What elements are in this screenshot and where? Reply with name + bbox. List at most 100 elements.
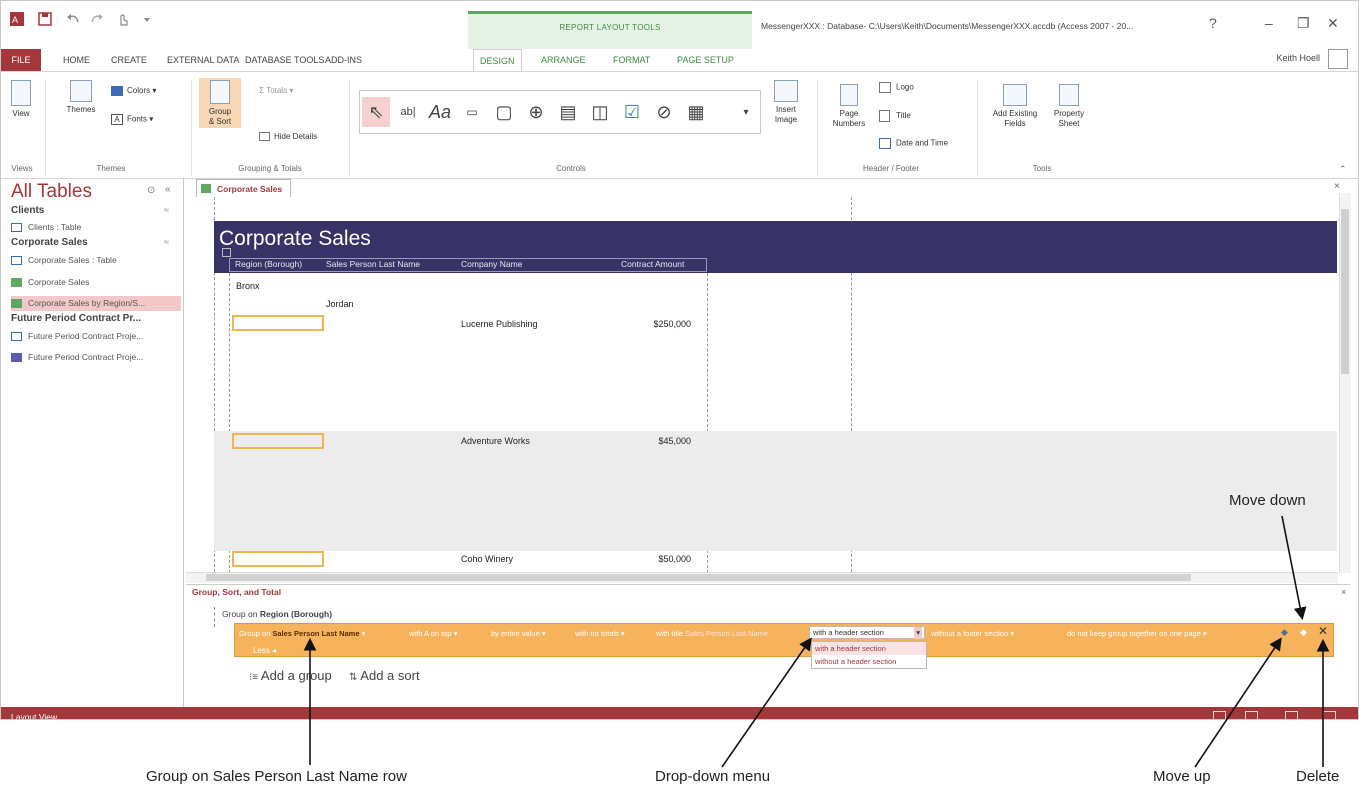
label-icon[interactable]: Aa — [426, 97, 454, 127]
restore-icon[interactable]: ❐ — [1297, 15, 1310, 32]
tab-format[interactable]: FORMAT — [607, 49, 656, 71]
company-cell[interactable]: Lucerne Publishing — [461, 319, 538, 329]
footer-section-dropdown[interactable]: without a footer section ▾ — [931, 629, 1014, 638]
totals-dropdown[interactable]: with no totals ▾ — [575, 629, 625, 638]
dropdown-option[interactable]: with a header section — [812, 642, 926, 655]
button-icon[interactable]: ▭ — [458, 97, 486, 127]
delete-icon[interactable]: ✕ — [1318, 624, 1328, 638]
col-header-company[interactable]: Company Name — [461, 259, 522, 269]
tab-design[interactable]: DESIGN — [473, 49, 522, 71]
nav-item-corporate-sales-report[interactable]: Corporate Sales — [11, 275, 181, 290]
fonts-button[interactable]: A Fonts ▾ — [111, 114, 153, 125]
report-view-icon[interactable] — [1213, 711, 1226, 719]
themes-button[interactable]: Themes — [57, 80, 105, 115]
add-existing-fields-button[interactable]: Add Existing Fields — [987, 84, 1043, 128]
more-controls-icon[interactable]: ▾ — [732, 97, 760, 127]
report-title[interactable]: Corporate Sales — [219, 227, 371, 251]
collapse-group-icon[interactable]: ≈ — [164, 205, 169, 215]
move-down-icon[interactable]: ◆ — [1300, 627, 1307, 638]
close-doc-icon[interactable]: × — [1334, 181, 1340, 192]
tab-create[interactable]: CREATE — [105, 49, 153, 71]
header-section-select[interactable]: with a header section ▾ — [809, 626, 925, 639]
close-icon[interactable]: ✕ — [1327, 15, 1339, 32]
insert-image-button[interactable]: Insert Image — [763, 80, 809, 124]
attachment-icon[interactable]: ⊘ — [650, 97, 678, 127]
nav-search-icon[interactable]: ⊙ — [147, 185, 155, 196]
col-header-amount[interactable]: Contract Amount — [621, 259, 684, 269]
date-time-button[interactable]: Date and Time — [879, 138, 948, 149]
vertical-scroll-thumb[interactable] — [1341, 209, 1349, 374]
help-button[interactable]: ? — [1209, 15, 1217, 31]
collapse-ribbon-icon[interactable]: ⌃ — [1339, 164, 1347, 175]
company-cell[interactable]: Coho Winery — [461, 554, 513, 564]
tab-home[interactable]: HOME — [57, 49, 96, 71]
tab-database-tools[interactable]: DATABASE TOOLS — [239, 49, 330, 71]
add-group-button[interactable]: ⁝≡ Add a group — [249, 668, 332, 683]
nav-group-future-period[interactable]: Future Period Contract Pr... — [11, 313, 141, 324]
move-up-icon[interactable]: ◆ — [1281, 627, 1288, 638]
tab-external-data[interactable]: EXTERNAL DATA — [161, 49, 245, 71]
title-button[interactable]: Title — [879, 110, 911, 122]
colors-button[interactable]: Colors ▾ — [111, 86, 156, 96]
tab-page-setup[interactable]: PAGE SETUP — [671, 49, 740, 71]
collapse-nav-icon[interactable]: « — [165, 184, 171, 195]
page-numbers-button[interactable]: Page Numbers — [827, 84, 871, 128]
hyperlink-icon[interactable]: ⊕ — [522, 97, 550, 127]
option-group-icon[interactable]: ◫ — [586, 97, 614, 127]
user-name[interactable]: Keith Hoell — [1276, 53, 1320, 63]
empty-field-placeholder[interactable] — [232, 551, 324, 567]
dropdown-option[interactable]: without a header section — [812, 655, 926, 668]
empty-field-placeholder[interactable] — [232, 315, 324, 331]
nav-group-corporate-sales[interactable]: Corporate Sales — [11, 237, 88, 248]
doc-tab-corporate-sales[interactable]: Corporate Sales — [196, 179, 292, 197]
nav-group-clients[interactable]: Clients — [11, 205, 44, 216]
totals-button[interactable]: Σ Totals ▾ — [259, 86, 293, 96]
layout-view-icon[interactable] — [1285, 711, 1298, 719]
chart-icon[interactable]: ▦ — [682, 97, 710, 127]
less-button[interactable]: Less ◂ — [253, 646, 276, 655]
checkbox-icon[interactable]: ☑ — [618, 97, 646, 127]
hide-details-button[interactable]: Hide Details — [259, 132, 317, 142]
sort-order-dropdown[interactable]: with A on top ▾ — [409, 629, 457, 638]
logo-button[interactable]: Logo — [879, 82, 914, 93]
collapse-group-icon[interactable]: ≈ — [164, 237, 169, 247]
group-interval-dropdown[interactable]: by entire value ▾ — [491, 629, 546, 638]
tab-control-icon[interactable]: ▢ — [490, 97, 518, 127]
title-dropdown[interactable]: with title Sales Person Last Name — [656, 629, 768, 638]
undo-icon[interactable] — [65, 11, 81, 27]
col-header-region[interactable]: Region (Borough) — [235, 259, 302, 269]
customize-qat-icon[interactable] — [139, 11, 155, 27]
redo-icon[interactable] — [89, 11, 105, 27]
save-icon[interactable] — [37, 11, 53, 27]
group-and-sort-button[interactable]: Group & Sort — [199, 78, 241, 129]
touch-mode-icon[interactable] — [115, 11, 131, 27]
minimize-icon[interactable]: – — [1265, 15, 1273, 31]
col-header-salesperson[interactable]: Sales Person Last Name — [326, 259, 420, 269]
nav-item-corporate-sales-table[interactable]: Corporate Sales : Table — [11, 253, 181, 268]
horizontal-scroll-thumb[interactable] — [206, 574, 1191, 581]
print-preview-icon[interactable] — [1245, 711, 1258, 719]
navigation-control-icon[interactable]: ▤ — [554, 97, 582, 127]
nav-item-future-period-form[interactable]: Future Period Contract Proje... — [11, 350, 181, 365]
design-view-icon[interactable] — [1323, 711, 1336, 719]
avatar[interactable] — [1328, 49, 1348, 69]
amount-cell[interactable]: $250,000 — [631, 319, 691, 329]
close-gst-icon[interactable]: × — [1341, 587, 1346, 597]
nav-title[interactable]: All Tables — [11, 181, 92, 203]
tab-file[interactable]: FILE — [1, 49, 41, 71]
nav-item-future-period-table[interactable]: Future Period Contract Proje... — [11, 329, 181, 344]
group-on-region-row[interactable]: Group on Region (Borough) — [222, 609, 332, 619]
select-arrow-icon[interactable]: ⇖ — [362, 97, 390, 127]
salesperson-value[interactable]: Jordan — [326, 299, 354, 309]
company-cell[interactable]: Adventure Works — [461, 436, 530, 446]
region-value[interactable]: Bronx — [236, 281, 260, 291]
nav-item-clients-table[interactable]: Clients : Table — [11, 220, 181, 235]
keep-together-dropdown[interactable]: do not keep group together on one page ▾ — [1067, 629, 1207, 638]
textbox-icon[interactable]: ab| — [394, 97, 422, 127]
nav-item-corporate-sales-by-region[interactable]: Corporate Sales by Region/S... — [11, 296, 181, 311]
view-button[interactable]: View — [7, 80, 35, 119]
group-on-salesperson-text[interactable]: Group on Sales Person Last Name ▾ — [239, 629, 365, 638]
add-sort-button[interactable]: ⇅ Add a sort — [349, 668, 420, 683]
dropdown-arrow-icon[interactable]: ▾ — [914, 627, 922, 639]
empty-field-placeholder[interactable] — [232, 433, 324, 449]
